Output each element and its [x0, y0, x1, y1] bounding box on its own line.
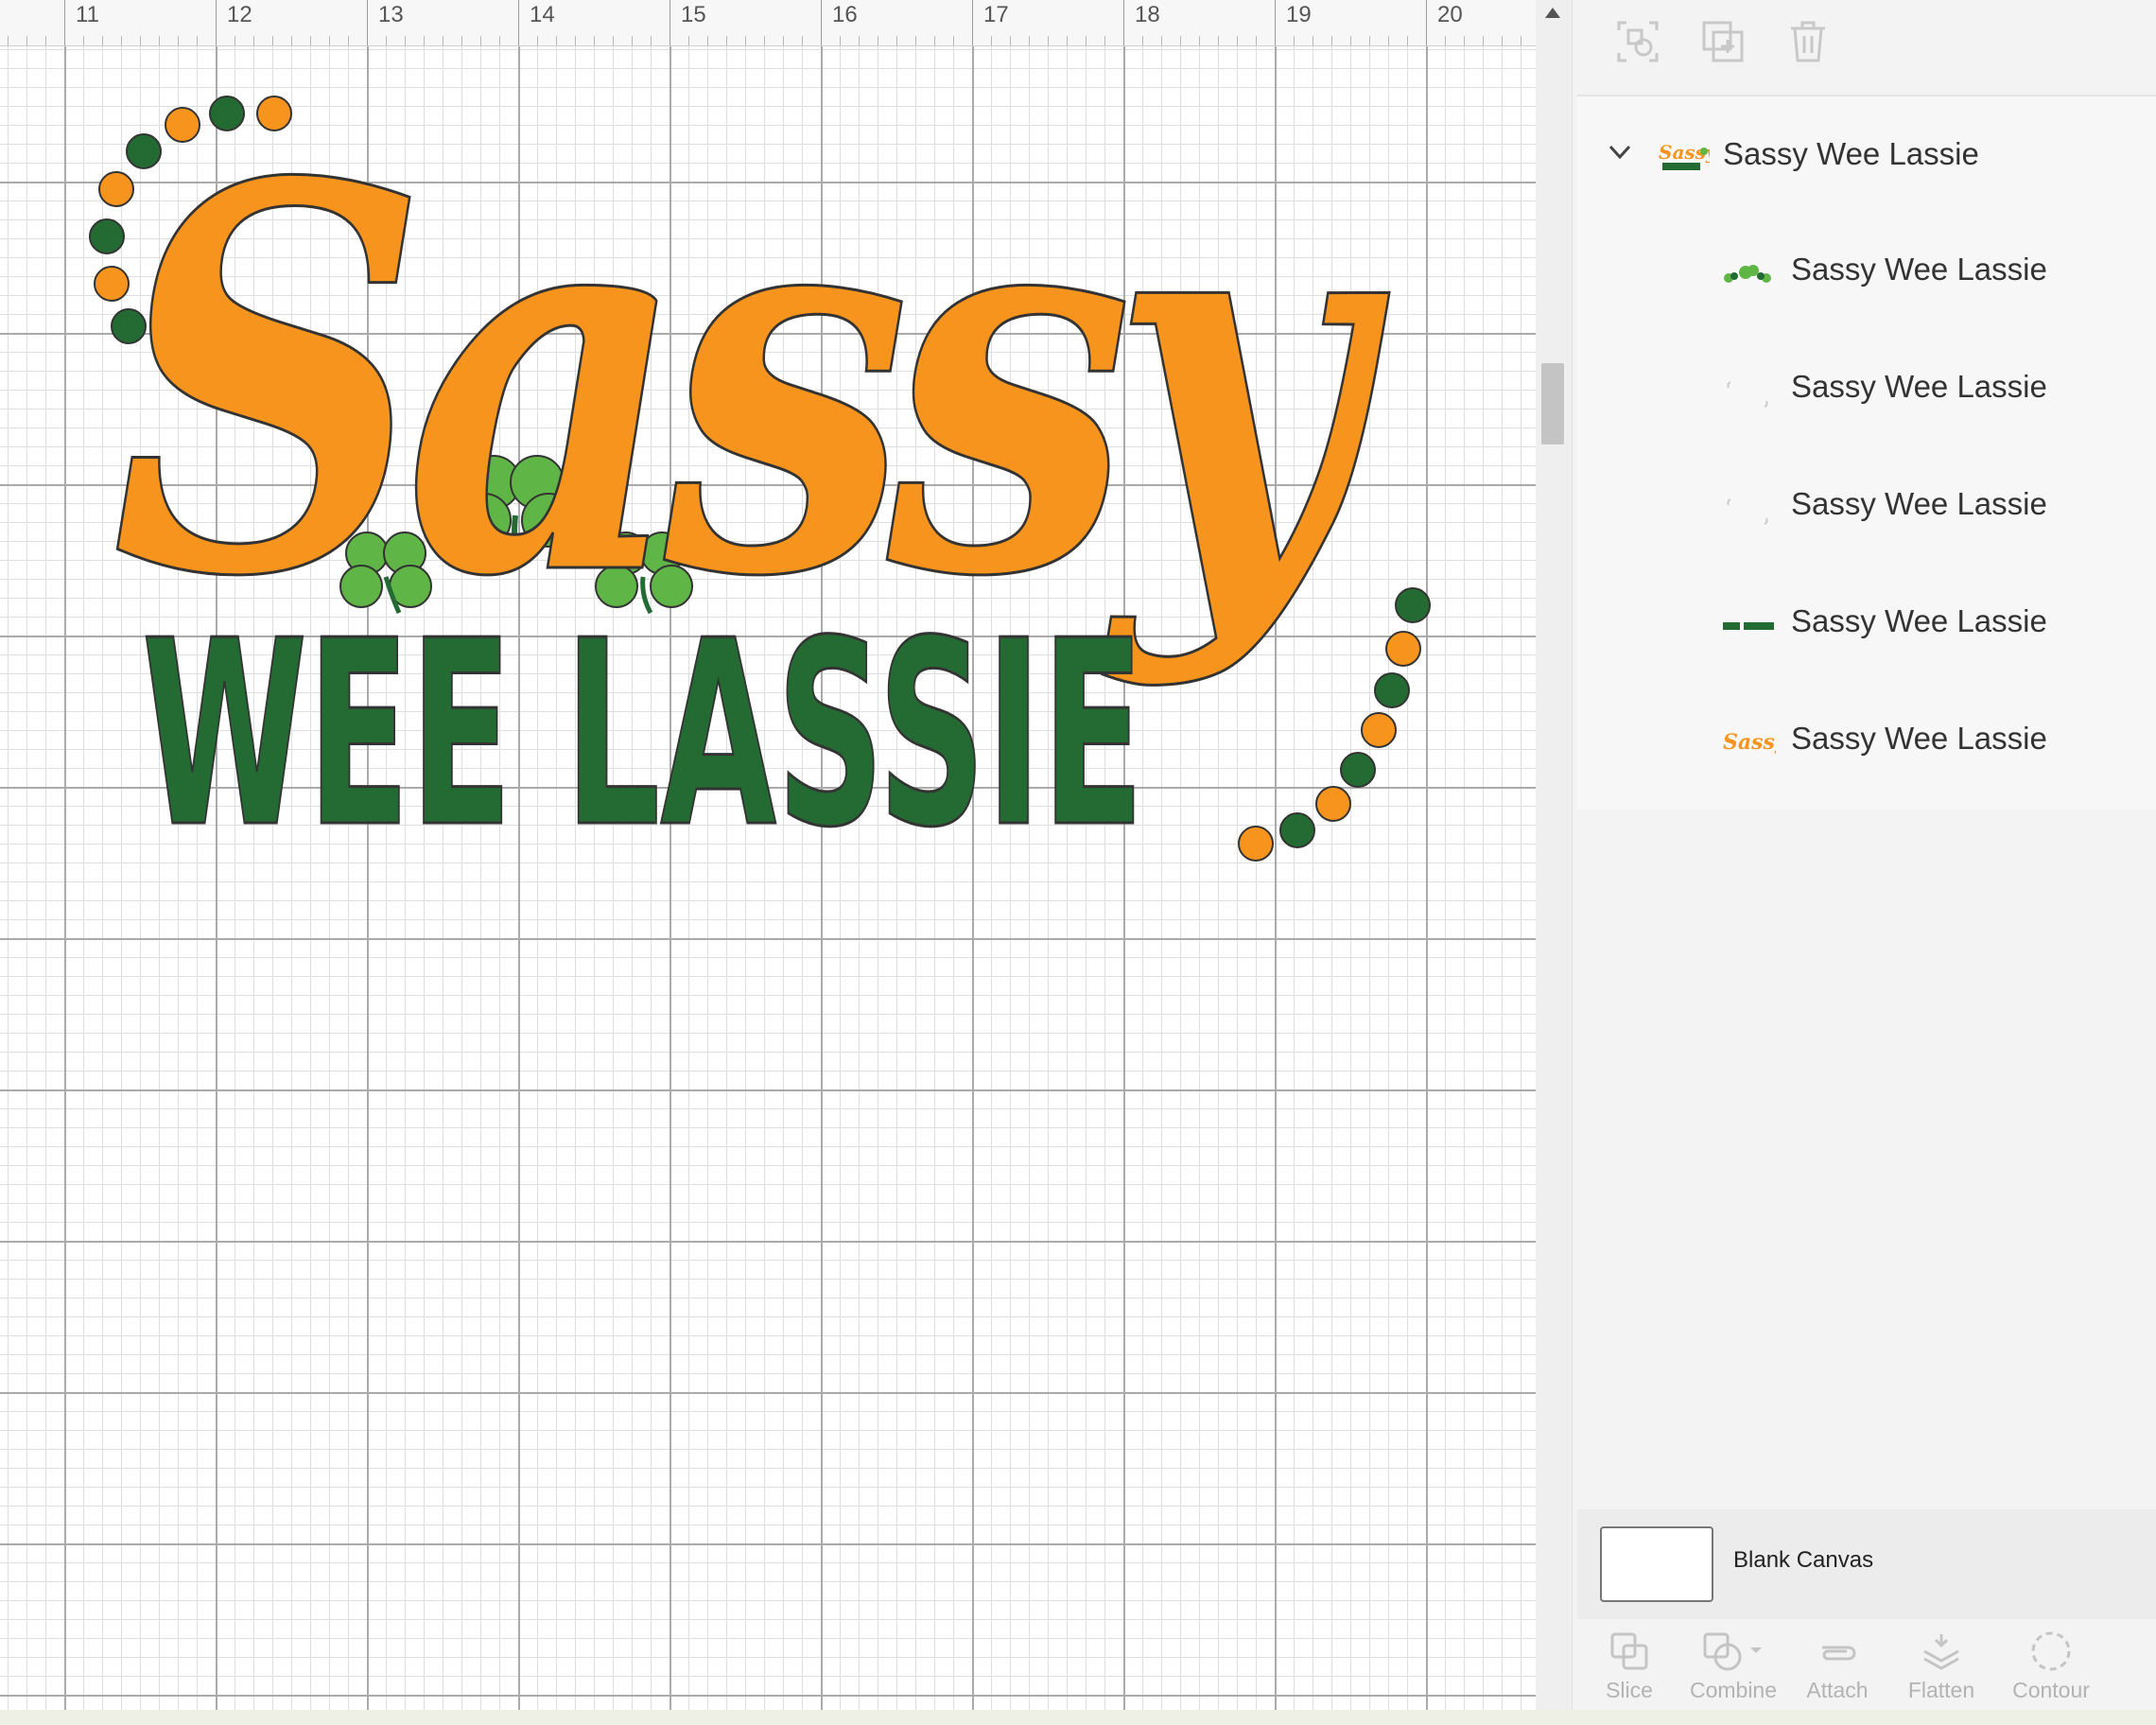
dot: [1238, 826, 1274, 862]
ruler-label: 14: [530, 2, 555, 27]
layer-item-label: Sassy Wee Lassie: [1791, 603, 2047, 638]
ruler-tick: [1426, 0, 1427, 45]
outline-thumbnail-icon: [1727, 381, 1768, 408]
ruler-label: 19: [1286, 2, 1312, 27]
attach-icon: [1822, 1646, 1856, 1661]
ruler-label: 11: [76, 2, 99, 27]
dot: [1385, 631, 1421, 667]
ruler-tick: [821, 0, 822, 45]
wee-lassie-text: WEE LASSIE: [142, 585, 1144, 883]
delete-icon[interactable]: [1785, 19, 1831, 64]
horizontal-ruler: 11 12 13 14 15 16 17 18 19 20: [0, 0, 1536, 46]
ruler-tick: [1123, 0, 1124, 45]
outline-thumbnail-icon: [1727, 498, 1768, 525]
ruler-label: 15: [681, 2, 706, 27]
ruler-label: 18: [1135, 2, 1160, 27]
layer-item-label: Sassy Wee Lassie: [1791, 721, 2047, 756]
scroll-up-arrow-icon[interactable]: [1545, 8, 1560, 18]
blank-canvas-label: Blank Canvas: [1733, 1547, 1874, 1573]
ruler-label: 16: [832, 2, 858, 27]
ruler-tick: [216, 0, 217, 45]
layer-item[interactable]: Sassy Wee Lassie: [1577, 214, 2156, 331]
ruler-tick: [1275, 0, 1276, 45]
layer-item-label: Sassy Wee Lassie: [1791, 252, 2047, 287]
flatten-button[interactable]: Flatten: [1889, 1619, 1993, 1710]
ruler-label: 20: [1437, 2, 1463, 27]
layer-item-label: Sassy Wee Lassie: [1791, 369, 2047, 404]
contour-button[interactable]: Contour: [1999, 1619, 2103, 1710]
combine-icon: [1703, 1632, 1762, 1671]
chevron-down-icon[interactable]: [1608, 144, 1632, 161]
ruler-label: 17: [983, 2, 1009, 27]
combine-label: Combine: [1689, 1678, 1778, 1702]
layer-group-row[interactable]: Sassy Sassy Wee Lassie: [1577, 96, 2156, 214]
scrollbar-thumb[interactable]: [1541, 363, 1564, 444]
ruler-label: 12: [227, 2, 252, 27]
wee-lassie-thumbnail-icon: [1723, 622, 1774, 630]
layer-actions-bar: Slice Combine Attach Flatten Contour: [1577, 1619, 2156, 1710]
attach-button[interactable]: Attach: [1785, 1619, 1889, 1710]
layer-item[interactable]: Sassy Wee Lassie: [1577, 566, 2156, 683]
design-artwork[interactable]: Sassy WEE LASSIE: [0, 0, 1536, 1710]
ruler-tick: [64, 0, 65, 45]
layer-item[interactable]: Sassy Wee Lassie: [1577, 448, 2156, 566]
ruler-label: 13: [378, 2, 404, 27]
layer-group-label: Sassy Wee Lassie: [1723, 136, 1979, 171]
group-icon[interactable]: [1615, 19, 1660, 64]
layers-list: Sassy Sassy Wee Lassie Sassy Wee Lassie …: [1577, 96, 2156, 810]
svg-text:Sassy: Sassy: [1723, 730, 1776, 755]
duplicate-icon[interactable]: [1700, 19, 1746, 64]
slice-icon: [1610, 1632, 1648, 1670]
ruler-tick: [518, 0, 519, 45]
ruler-tick: [669, 0, 670, 45]
dot: [1361, 712, 1397, 748]
group-thumbnail-icon: Sassy: [1659, 142, 1710, 170]
dot: [1395, 587, 1431, 623]
layers-toolbar: [1577, 0, 2156, 96]
dot: [1374, 672, 1410, 708]
ruler-tick: [972, 0, 973, 45]
combine-button[interactable]: Combine: [1681, 1619, 1785, 1710]
dot: [1279, 812, 1315, 848]
bottom-status-strip: [0, 1710, 2156, 1725]
flatten-label: Flatten: [1907, 1678, 1975, 1702]
shamrocks-thumbnail-icon: [1724, 265, 1771, 283]
layer-item-label: Sassy Wee Lassie: [1791, 486, 2047, 521]
vertical-scrollbar[interactable]: [1536, 0, 1572, 1710]
layer-item[interactable]: Sassy Wee Lassie: [1577, 331, 2156, 448]
contour-label: Contour: [2012, 1678, 2090, 1702]
slice-label: Slice: [1606, 1678, 1653, 1702]
dot: [1315, 786, 1351, 822]
sassy-thumbnail-icon: Sassy: [1723, 730, 1776, 755]
flatten-icon: [1923, 1634, 1959, 1670]
layer-item[interactable]: Sassy Sassy Wee Lassie: [1577, 683, 2156, 800]
dot: [1340, 752, 1376, 788]
blank-canvas-row[interactable]: Blank Canvas: [1577, 1509, 2156, 1619]
design-canvas[interactable]: Sassy WEE LASSIE 11 12 13 14 15 16 17 18…: [0, 0, 1536, 1710]
canvas-color-swatch[interactable]: [1600, 1526, 1713, 1602]
attach-label: Attach: [1806, 1678, 1869, 1702]
contour-icon: [2031, 1631, 2071, 1671]
slice-button[interactable]: Slice: [1577, 1619, 1681, 1710]
ruler-tick: [367, 0, 368, 45]
